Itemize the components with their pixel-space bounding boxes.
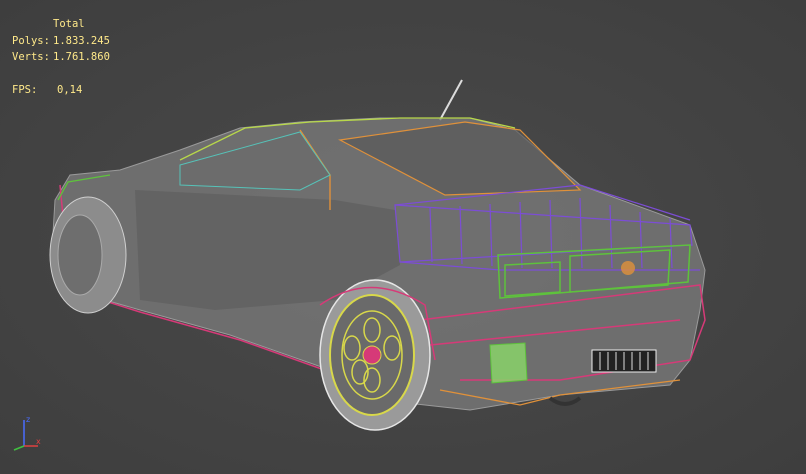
headlight-orange: [621, 261, 635, 275]
verts-label: Verts:: [12, 51, 50, 63]
fps-label: FPS:: [12, 83, 38, 96]
exhaust: [548, 396, 582, 406]
gizmo-z-label: z: [26, 415, 30, 424]
polys-label: Polys:: [12, 34, 50, 47]
rear-wheel: [49, 196, 127, 314]
polys-value: 1.833.245: [53, 34, 110, 47]
axis-gizmo-icon: z x: [13, 415, 41, 451]
front-wheel: [319, 279, 431, 431]
car-wireframe-model[interactable]: [0, 0, 806, 474]
verts-value: 1.761.860: [53, 51, 110, 63]
air-intake-green: [489, 342, 528, 384]
gizmo-x-label: x: [36, 437, 41, 446]
antenna: [439, 79, 463, 121]
viewport-statistics: Total Polys: 1.833.245 Verts: 1.761.860 FP…: [12, 16, 110, 98]
fps-value: 0,14: [57, 83, 83, 96]
stats-header: Total: [53, 18, 85, 30]
